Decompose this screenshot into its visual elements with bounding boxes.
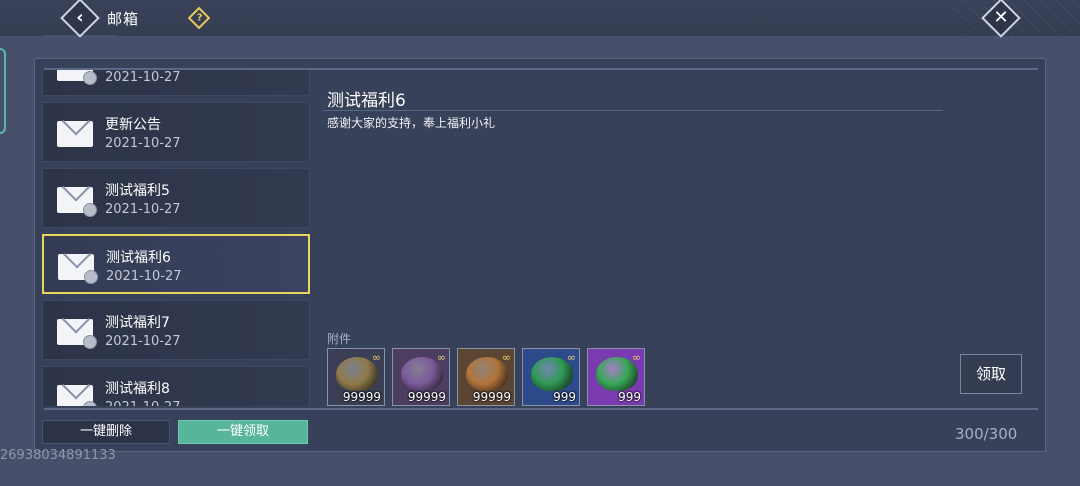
attachment-slot[interactable]: ∞ 99999 bbox=[457, 348, 515, 406]
mail-date: 2021-10-27 bbox=[105, 202, 181, 217]
mail-count: 300/300 bbox=[955, 425, 1018, 443]
link-icon: ∞ bbox=[501, 351, 511, 364]
mail-sealed-icon bbox=[58, 254, 98, 284]
mail-detail-title: 测试福利6 bbox=[327, 91, 406, 111]
mail-title: 测试福利7 bbox=[105, 315, 170, 331]
claim-all-button[interactable]: 一键领取 bbox=[178, 420, 308, 444]
attachment-qty: 999 bbox=[618, 390, 641, 404]
mail-title: 更新公告 bbox=[105, 117, 161, 133]
help-button[interactable]: ? bbox=[187, 6, 211, 30]
attachment-qty: 99999 bbox=[407, 390, 446, 404]
mail-date: 2021-10-27 bbox=[106, 269, 182, 284]
attachment-slot[interactable]: ∞ 999 bbox=[587, 348, 645, 406]
side-tab[interactable] bbox=[0, 48, 6, 134]
mail-title: 测试福利6 bbox=[106, 250, 171, 266]
mail-sealed-icon bbox=[57, 70, 97, 85]
mail-item[interactable]: 测试福利8 2021-10-27 bbox=[42, 366, 310, 406]
mail-date: 2021-10-27 bbox=[105, 136, 181, 151]
attachment-slot[interactable]: ∞ 99999 bbox=[327, 348, 385, 406]
page-title: 邮箱 bbox=[107, 10, 140, 28]
mail-list[interactable]: 2021-10-27 更新公告 2021-10-27 测试福利5 2021-10… bbox=[42, 70, 312, 406]
attachment-qty: 99999 bbox=[342, 390, 381, 404]
mail-title: 测试福利5 bbox=[105, 183, 170, 199]
mail-icon bbox=[57, 121, 93, 147]
link-icon: ∞ bbox=[436, 351, 446, 364]
attachment-slot[interactable]: ∞ 999 bbox=[522, 348, 580, 406]
mail-sealed-icon bbox=[57, 319, 97, 349]
delete-all-button[interactable]: 一键删除 bbox=[42, 420, 170, 444]
attachment-slot[interactable]: ∞ 99999 bbox=[392, 348, 450, 406]
attachment-qty: 99999 bbox=[472, 390, 511, 404]
mail-date: 2021-10-27 bbox=[105, 70, 181, 85]
panel-divider-bottom bbox=[44, 408, 1038, 410]
user-id-watermark: 26938034891133 bbox=[0, 448, 116, 463]
top-bar: ‹ 邮箱 ? ✕ bbox=[0, 0, 1080, 38]
mail-item[interactable]: 测试福利7 2021-10-27 bbox=[42, 300, 310, 360]
attachments-label: 附件 bbox=[327, 332, 352, 346]
link-icon: ∞ bbox=[566, 351, 576, 364]
detail-divider bbox=[323, 110, 943, 111]
mail-sealed-icon bbox=[57, 385, 97, 406]
mail-detail-body: 感谢大家的支持，奉上福利小礼 bbox=[327, 116, 496, 130]
chevron-left-icon: ‹ bbox=[76, 7, 84, 28]
mail-sealed-icon bbox=[57, 187, 97, 217]
mail-item[interactable]: 2021-10-27 bbox=[42, 70, 310, 96]
claim-button[interactable]: 领取 bbox=[960, 354, 1022, 394]
question-icon: ? bbox=[196, 12, 203, 24]
mail-item[interactable]: 更新公告 2021-10-27 bbox=[42, 102, 310, 162]
mail-item-selected[interactable]: 测试福利6 2021-10-27 bbox=[42, 234, 310, 294]
mail-item[interactable]: 测试福利5 2021-10-27 bbox=[42, 168, 310, 228]
mail-date: 2021-10-27 bbox=[105, 334, 181, 349]
link-icon: ∞ bbox=[371, 351, 381, 364]
close-icon: ✕ bbox=[993, 7, 1009, 29]
mail-title: 测试福利8 bbox=[105, 381, 170, 397]
mail-date: 2021-10-27 bbox=[105, 400, 181, 406]
link-icon: ∞ bbox=[631, 351, 641, 364]
attachment-qty: 999 bbox=[553, 390, 576, 404]
